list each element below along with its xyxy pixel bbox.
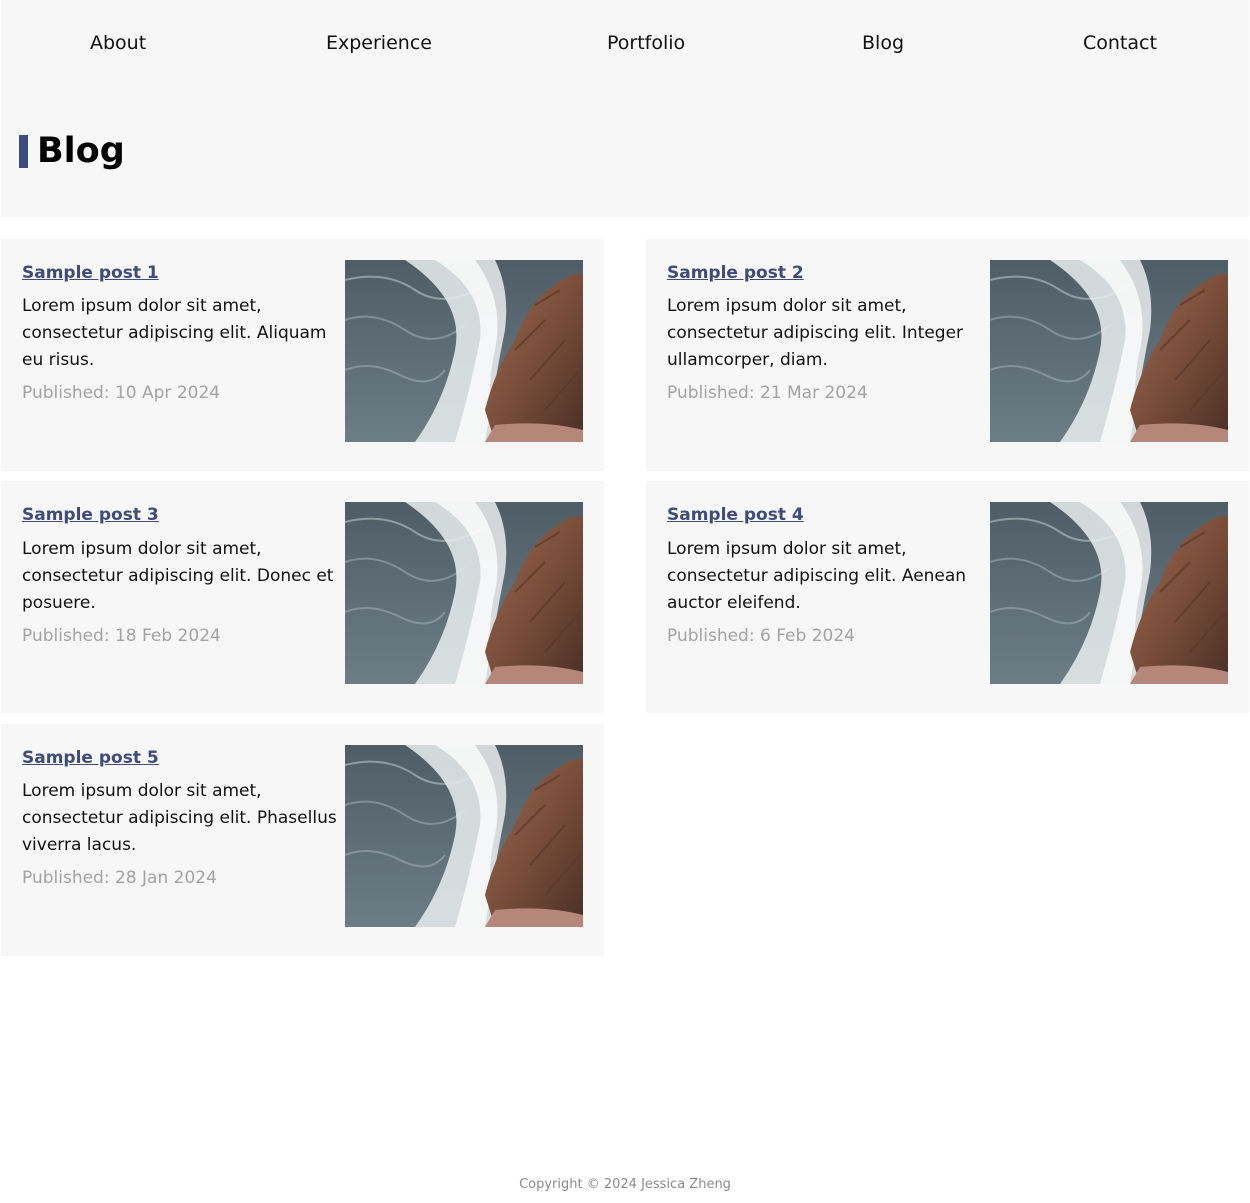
post-card: Sample post 4 Lorem ipsum dolor sit amet… bbox=[646, 481, 1249, 713]
post-date: Published: 18 Feb 2024 bbox=[22, 626, 221, 646]
post-date: Published: 28 Jan 2024 bbox=[22, 868, 217, 888]
post-card: Sample post 2 Lorem ipsum dolor sit amet… bbox=[646, 239, 1249, 471]
post-date: Published: 6 Feb 2024 bbox=[667, 626, 855, 646]
nav-link-experience[interactable]: Experience bbox=[326, 31, 432, 55]
post-thumbnail-image[interactable] bbox=[345, 745, 583, 927]
post-description: Lorem ipsum dolor sit amet, consectetur … bbox=[667, 296, 964, 370]
post-card: Sample post 5 Lorem ipsum dolor sit amet… bbox=[1, 724, 604, 956]
nav-link-contact[interactable]: Contact bbox=[1083, 31, 1157, 55]
post-title-link[interactable]: Sample post 2 bbox=[667, 261, 804, 285]
title-accent-bar bbox=[19, 135, 28, 168]
post-thumbnail-image[interactable] bbox=[990, 502, 1228, 684]
post-card: Sample post 3 Lorem ipsum dolor sit amet… bbox=[1, 481, 604, 713]
post-thumbnail-image[interactable] bbox=[990, 260, 1228, 442]
post-date: Published: 21 Mar 2024 bbox=[667, 383, 868, 403]
post-title-link[interactable]: Sample post 1 bbox=[22, 261, 159, 285]
nav-link-about[interactable]: About bbox=[90, 31, 146, 55]
nav-link-portfolio[interactable]: Portfolio bbox=[607, 31, 685, 55]
nav-link-blog[interactable]: Blog bbox=[862, 31, 904, 55]
copyright-footer: Copyright © 2024 Jessica Zheng bbox=[519, 1177, 731, 1192]
post-title-link[interactable]: Sample post 3 bbox=[22, 503, 159, 527]
site-header: About Experience Portfolio Blog Contact … bbox=[1, 0, 1249, 217]
page: About Experience Portfolio Blog Contact … bbox=[0, 0, 1250, 1203]
post-title-link[interactable]: Sample post 5 bbox=[22, 746, 159, 770]
post-thumbnail-image[interactable] bbox=[345, 260, 583, 442]
post-description: Lorem ipsum dolor sit amet, consectetur … bbox=[667, 539, 967, 613]
post-title-link[interactable]: Sample post 4 bbox=[667, 503, 804, 527]
post-date: Published: 10 Apr 2024 bbox=[22, 383, 221, 403]
post-thumbnail-image[interactable] bbox=[345, 502, 583, 684]
post-description: Lorem ipsum dolor sit amet, consectetur … bbox=[22, 539, 334, 613]
post-description: Lorem ipsum dolor sit amet, consectetur … bbox=[22, 296, 327, 370]
page-title: Blog bbox=[37, 131, 125, 171]
post-card: Sample post 1 Lorem ipsum dolor sit amet… bbox=[1, 239, 604, 471]
post-description: Lorem ipsum dolor sit amet, consectetur … bbox=[22, 781, 337, 855]
